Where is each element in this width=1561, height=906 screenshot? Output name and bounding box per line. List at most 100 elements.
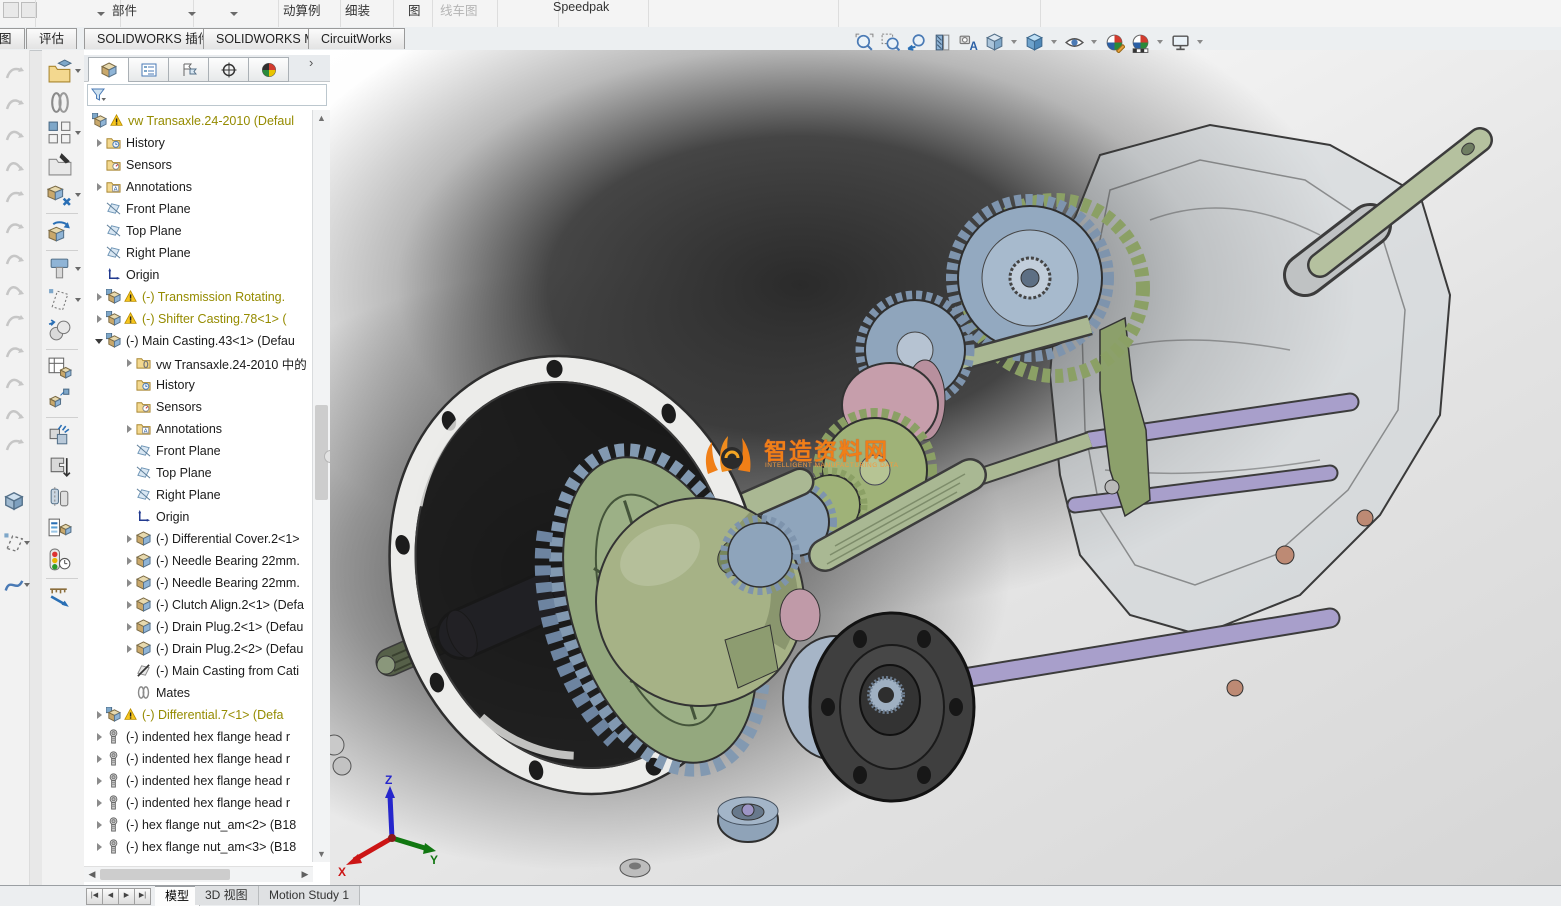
scroll-right-icon[interactable]: ▶ — [298, 868, 312, 881]
sheet-nav-button[interactable]: ▶| — [134, 888, 151, 905]
exploded-view-icon[interactable] — [47, 386, 73, 412]
tree-item[interactable]: Mates — [84, 682, 312, 704]
ribbon-tab-图[interactable]: 图 — [0, 28, 25, 49]
tree-expander-icon[interactable] — [122, 356, 136, 370]
tree-expander-icon[interactable] — [122, 554, 136, 568]
bill-of-materials-icon[interactable] — [47, 355, 73, 381]
spline-dd-icon[interactable] — [3, 574, 25, 596]
scroll-left-icon[interactable]: ◀ — [85, 868, 99, 881]
tree-item[interactable]: vw Transaxle.24-2010 (Defaul — [84, 110, 312, 132]
scrollbar-thumb[interactable] — [100, 869, 230, 880]
tree-item[interactable]: (-) Drain Plug.2<2> (Defau — [84, 638, 312, 660]
clearance-verification-icon[interactable] — [47, 454, 73, 480]
tree-item[interactable]: Front Plane — [84, 440, 312, 462]
dropdown-caret-icon[interactable] — [75, 69, 81, 73]
assembly-features-icon[interactable] — [47, 287, 73, 313]
move-component-icon[interactable] — [47, 182, 73, 208]
dropdown-caret-icon[interactable] — [24, 541, 30, 545]
measure-icon[interactable] — [47, 584, 73, 610]
linear-component-pattern-icon[interactable] — [47, 120, 73, 146]
tree-item[interactable]: vw Transaxle.24-2010 中的 — [84, 352, 312, 374]
tree-expander-icon[interactable] — [92, 774, 106, 788]
propertymanager-tab[interactable] — [128, 57, 169, 82]
zoom-to-area-icon[interactable] — [878, 30, 902, 54]
hole-alignment-icon[interactable] — [47, 485, 73, 511]
dimxpert-tab[interactable] — [208, 57, 249, 82]
document-tab-3D 视图[interactable]: 3D 视图 — [195, 886, 259, 905]
tree-item[interactable]: (-) indented hex flange head r — [84, 726, 312, 748]
tree-item[interactable]: History — [84, 132, 312, 154]
dropdown-caret-icon[interactable] — [75, 131, 81, 135]
dropdown-caret-icon[interactable] — [75, 267, 81, 271]
tree-item[interactable]: (-) indented hex flange head r — [84, 748, 312, 770]
dropdown-caret-icon[interactable] — [97, 12, 105, 16]
mate-icon[interactable] — [47, 89, 73, 115]
dropdown-caret-icon[interactable] — [1157, 40, 1163, 44]
view-annotations-icon[interactable]: A — [956, 30, 980, 54]
tree-item[interactable]: Sensors — [84, 396, 312, 418]
tree-item[interactable]: Top Plane — [84, 220, 312, 242]
tree-item[interactable]: (-) Needle Bearing 22mm. — [84, 550, 312, 572]
view-settings-icon[interactable] — [1168, 30, 1192, 54]
plane-dd-icon[interactable] — [3, 532, 25, 554]
display-style-icon[interactable] — [1022, 30, 1046, 54]
dropdown-caret-icon[interactable] — [1051, 40, 1057, 44]
hide-show-items-icon[interactable] — [1062, 30, 1086, 54]
ribbon-button-label[interactable]: 线车图 — [440, 0, 478, 19]
dropdown-caret-icon[interactable] — [1091, 40, 1097, 44]
filter-funnel-icon[interactable] — [90, 86, 108, 104]
ribbon-button-label[interactable]: 动算例 — [283, 0, 321, 19]
new-motion-study-icon[interactable] — [47, 318, 73, 344]
tree-item[interactable]: AAnnotations — [84, 176, 312, 198]
tree-expander-icon[interactable] — [92, 180, 106, 194]
tree-item[interactable]: Origin — [84, 506, 312, 528]
smart-fasteners-icon[interactable] — [47, 151, 73, 177]
tree-filter-input[interactable] — [87, 84, 327, 106]
zoom-to-fit-icon[interactable] — [852, 30, 876, 54]
dropdown-caret-icon[interactable] — [230, 12, 238, 16]
document-tab-Motion Study 1[interactable]: Motion Study 1 — [259, 886, 360, 905]
tree-item[interactable]: History — [84, 374, 312, 396]
tree-item[interactable]: Right Plane — [84, 484, 312, 506]
tree-item[interactable]: (-) Differential Cover.2<1> — [84, 528, 312, 550]
tree-expander-icon[interactable] — [122, 422, 136, 436]
tree-item[interactable]: (-) Main Casting from Cati — [84, 660, 312, 682]
sheet-nav-button[interactable]: ▶ — [118, 888, 135, 905]
tree-expander-icon[interactable] — [92, 730, 106, 744]
tree-expander-icon[interactable] — [92, 136, 106, 150]
tree-item[interactable]: (-) hex flange nut_am<2> (B18 — [84, 814, 312, 836]
ribbon-button-label[interactable]: 细装 — [345, 0, 370, 19]
panel-expand-arrow-icon[interactable]: › — [309, 55, 313, 70]
sheet-nav-button[interactable]: |◀ — [86, 888, 103, 905]
ribbon-button-label[interactable]: 部件 — [112, 0, 137, 19]
tree-expander-icon[interactable] — [122, 532, 136, 546]
edit-appearance-icon[interactable] — [1102, 30, 1126, 54]
tree-item[interactable]: (-) Needle Bearing 22mm. — [84, 572, 312, 594]
tree-item[interactable]: (-) Drain Plug.2<1> (Defau — [84, 616, 312, 638]
tree-expander-icon[interactable] — [122, 642, 136, 656]
scroll-up-icon[interactable]: ▲ — [314, 110, 329, 126]
tree-item[interactable]: Top Plane — [84, 462, 312, 484]
scroll-down-icon[interactable]: ▼ — [314, 846, 329, 862]
view-orientation-icon[interactable] — [982, 30, 1006, 54]
transaxle-model[interactable]: Z X Y — [330, 50, 1561, 880]
tree-expander-icon[interactable] — [92, 840, 106, 854]
dropdown-caret-icon[interactable] — [75, 193, 81, 197]
tree-expander-icon[interactable] — [122, 576, 136, 590]
previous-view-icon[interactable] — [904, 30, 928, 54]
tree-item[interactable]: (-) indented hex flange head r — [84, 770, 312, 792]
tree-expander-icon[interactable] — [122, 620, 136, 634]
tree-item[interactable]: AAnnotations — [84, 418, 312, 440]
tree-item[interactable]: (-) Main Casting.43<1> (Defau — [84, 330, 312, 352]
dropdown-caret-icon[interactable] — [1011, 40, 1017, 44]
tree-expander-icon[interactable] — [92, 312, 106, 326]
tree-expander-icon[interactable] — [122, 598, 136, 612]
tree-item[interactable]: (-) indented hex flange head r — [84, 792, 312, 814]
tree-item[interactable]: (-) Shifter Casting.78<1> ( — [84, 308, 312, 330]
featuremanager-tab[interactable] — [88, 57, 129, 82]
tree-item[interactable]: (-) Transmission Rotating. — [84, 286, 312, 308]
assembly-visualization-icon[interactable] — [47, 516, 73, 542]
dropdown-caret-icon[interactable] — [75, 298, 81, 302]
rotate-component-icon[interactable] — [47, 219, 73, 245]
ribbon-tab-CircuitWorks[interactable]: CircuitWorks — [308, 28, 405, 49]
